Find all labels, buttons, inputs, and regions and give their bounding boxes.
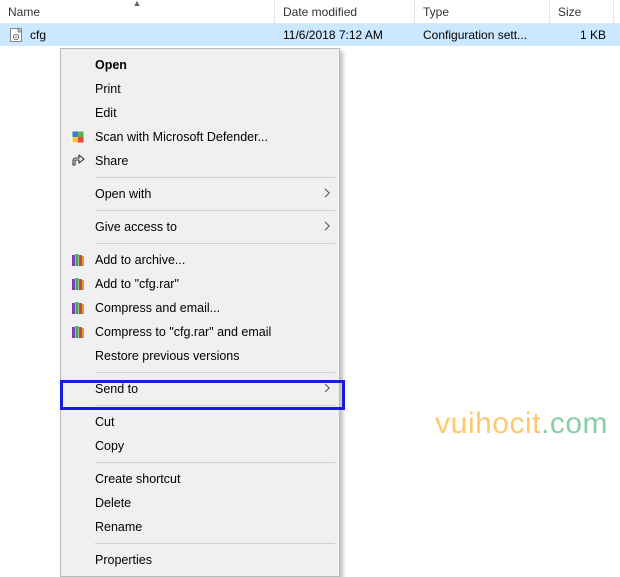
watermark-part-b: .com [541, 407, 608, 440]
file-name: cfg [30, 28, 46, 42]
menu-label: Open with [89, 187, 315, 201]
menu-label: Add to "cfg.rar" [89, 277, 331, 291]
cell-name: cfg [0, 27, 275, 43]
column-label: Type [423, 5, 449, 19]
cell-type: Configuration sett... [415, 28, 550, 42]
column-header-row: Name ▲ Date modified Type Size [0, 0, 620, 24]
share-icon [67, 151, 89, 171]
sort-ascending-icon: ▲ [133, 0, 142, 8]
menu-label: Cut [89, 415, 331, 429]
menu-label: Give access to [89, 220, 315, 234]
menu-label: Rename [89, 520, 331, 534]
blank-icon [67, 517, 89, 537]
menu-restore-versions[interactable]: Restore previous versions [63, 344, 337, 368]
winrar-books-icon [67, 274, 89, 294]
blank-icon [67, 55, 89, 75]
menu-compress-cfg-email[interactable]: Compress to "cfg.rar" and email [63, 320, 337, 344]
blank-icon [67, 217, 89, 237]
context-menu: Open Print Edit Scan with Microsoft Defe… [60, 48, 340, 577]
menu-label: Edit [89, 106, 331, 120]
blank-icon [67, 184, 89, 204]
column-label: Name [8, 5, 40, 19]
menu-add-to-cfg-rar[interactable]: Add to "cfg.rar" [63, 272, 337, 296]
menu-label: Compress to "cfg.rar" and email [89, 325, 331, 339]
menu-share[interactable]: Share [63, 149, 337, 173]
watermark-text: vuihocit.com [435, 407, 608, 441]
menu-create-shortcut[interactable]: Create shortcut [63, 467, 337, 491]
column-header-type[interactable]: Type [415, 0, 550, 23]
menu-edit[interactable]: Edit [63, 101, 337, 125]
column-header-date[interactable]: Date modified [275, 0, 415, 23]
menu-add-to-archive[interactable]: Add to archive... [63, 248, 337, 272]
blank-icon [67, 550, 89, 570]
menu-separator [95, 405, 335, 406]
menu-properties[interactable]: Properties [63, 548, 337, 572]
blank-icon [67, 79, 89, 99]
menu-compress-email[interactable]: Compress and email... [63, 296, 337, 320]
menu-separator [95, 243, 335, 244]
defender-shield-icon [67, 127, 89, 147]
column-label: Date modified [283, 5, 357, 19]
menu-label: Add to archive... [89, 253, 331, 267]
menu-separator [95, 210, 335, 211]
menu-label: Compress and email... [89, 301, 331, 315]
file-type: Configuration sett... [423, 28, 527, 42]
menu-separator [95, 372, 335, 373]
menu-separator [95, 177, 335, 178]
blank-icon [67, 346, 89, 366]
menu-label: Copy [89, 439, 331, 453]
submenu-chevron-icon [315, 382, 331, 396]
file-size: 1 KB [580, 28, 606, 42]
menu-label: Print [89, 82, 331, 96]
watermark-part-a: vuihocit [435, 407, 541, 440]
menu-label: Send to [89, 382, 315, 396]
menu-label: Scan with Microsoft Defender... [89, 130, 331, 144]
menu-rename[interactable]: Rename [63, 515, 337, 539]
blank-icon [67, 493, 89, 513]
winrar-books-icon [67, 322, 89, 342]
config-file-icon [8, 27, 24, 43]
file-row[interactable]: cfg 11/6/2018 7:12 AM Configuration sett… [0, 24, 620, 46]
menu-label: Restore previous versions [89, 349, 331, 363]
column-label: Size [558, 5, 581, 19]
cell-date: 11/6/2018 7:12 AM [275, 28, 415, 42]
column-header-size[interactable]: Size [550, 0, 614, 23]
blank-icon [67, 103, 89, 123]
menu-label: Delete [89, 496, 331, 510]
menu-give-access[interactable]: Give access to [63, 215, 337, 239]
menu-open-with[interactable]: Open with [63, 182, 337, 206]
menu-separator [95, 462, 335, 463]
menu-open[interactable]: Open [63, 53, 337, 77]
file-date: 11/6/2018 7:12 AM [283, 28, 383, 42]
menu-cut[interactable]: Cut [63, 410, 337, 434]
submenu-chevron-icon [315, 187, 331, 201]
menu-label: Open [89, 58, 331, 72]
winrar-books-icon [67, 298, 89, 318]
menu-separator [95, 543, 335, 544]
submenu-chevron-icon [315, 220, 331, 234]
blank-icon [67, 469, 89, 489]
column-header-name[interactable]: Name ▲ [0, 0, 275, 23]
menu-delete[interactable]: Delete [63, 491, 337, 515]
cell-size: 1 KB [550, 28, 614, 42]
winrar-books-icon [67, 250, 89, 270]
menu-copy[interactable]: Copy [63, 434, 337, 458]
menu-scan-defender[interactable]: Scan with Microsoft Defender... [63, 125, 337, 149]
menu-label: Share [89, 154, 331, 168]
menu-send-to[interactable]: Send to [63, 377, 337, 401]
blank-icon [67, 412, 89, 432]
menu-print[interactable]: Print [63, 77, 337, 101]
menu-label: Properties [89, 553, 331, 567]
menu-label: Create shortcut [89, 472, 331, 486]
blank-icon [67, 379, 89, 399]
blank-icon [67, 436, 89, 456]
